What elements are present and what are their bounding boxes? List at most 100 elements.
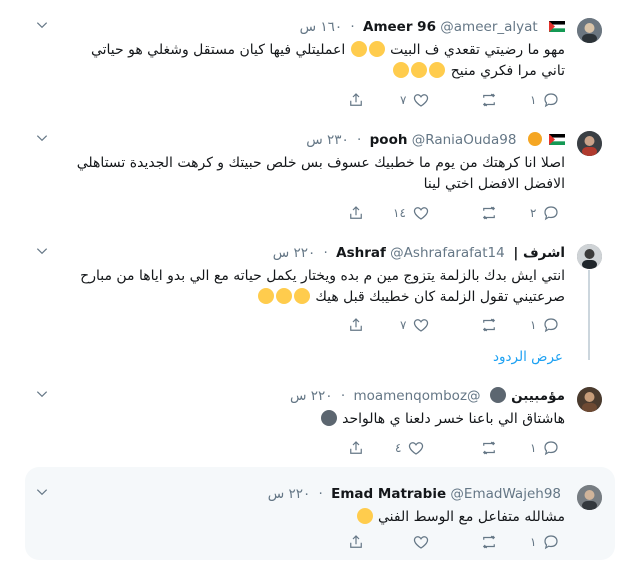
show-replies-link[interactable]: عرض الردود: [493, 349, 563, 365]
share-icon: [350, 318, 362, 331]
laughing-emoji-icon: [429, 62, 446, 78]
avatar[interactable]: [577, 244, 602, 269]
display-name[interactable]: Emad Matrabie: [331, 486, 446, 502]
laughing-emoji-icon: [393, 62, 410, 78]
chevron-down-icon[interactable]: [35, 18, 49, 32]
reply-count: ٢: [530, 206, 537, 220]
tweet-actions: ١ ٧: [25, 90, 615, 110]
reply-count: ١: [530, 535, 537, 549]
laughing-emoji-icon: [411, 62, 428, 78]
laughing-emoji-icon: [350, 41, 367, 57]
handle[interactable]: @RaniaOuda98: [412, 132, 517, 148]
heart-icon: [414, 319, 429, 332]
chevron-down-icon[interactable]: [35, 244, 49, 258]
laughing-emoji-icon: [293, 288, 310, 304]
like-count: ٤: [395, 441, 402, 455]
retweet-button[interactable]: [480, 532, 498, 552]
reply-icon: [544, 206, 559, 221]
tweet-ameer[interactable]: Ameer 96 @ameer_alyat · ١٦٠ س مهو ما رضي…: [25, 0, 615, 115]
avatar[interactable]: [577, 18, 602, 43]
retweet-button[interactable]: [480, 203, 498, 223]
separator: ·: [357, 132, 362, 148]
chevron-down-icon[interactable]: [35, 485, 49, 499]
tweet-text: انتي ايش بدك بالزلمة يتزوج مين م بده ويخ…: [80, 268, 565, 305]
tweet-actions: ١ ٧: [25, 315, 615, 335]
chevron-down-icon[interactable]: [35, 131, 49, 145]
reply-button[interactable]: ١: [530, 90, 560, 110]
like-button[interactable]: ٧: [400, 90, 430, 110]
timestamp[interactable]: ٢٢٠ س: [268, 486, 311, 502]
display-name[interactable]: Ameer 96: [363, 19, 436, 35]
neutral-face-icon: [320, 410, 337, 426]
share-icon: [350, 441, 362, 454]
tweet-header: pooh @RaniaOuda98 · ٢٣٠ س: [306, 131, 565, 149]
heart-icon: [409, 442, 424, 455]
tweet-actions: ١: [25, 532, 615, 552]
retweet-button[interactable]: [480, 90, 498, 110]
tweet-text: مهو ما رضيتي تقعدي ف البيت اعمليتلي فيها…: [90, 41, 565, 79]
tweet-header: Emad Matrabie @EmadWajeh98 · ٢٢٠ س: [268, 485, 565, 503]
tweet-moamen[interactable]: مؤمبيبن @moamenqomboz · ٢٢٠ س هاشتاق الي…: [25, 369, 615, 469]
palestine-flag-icon: [549, 134, 565, 145]
avatar[interactable]: [577, 387, 602, 412]
laughing-emoji-icon: [356, 508, 373, 524]
reply-icon: [544, 535, 559, 550]
heart-icon: [413, 536, 429, 549]
timestamp[interactable]: ٢٢٠ س: [273, 245, 316, 261]
reply-button[interactable]: ١: [530, 532, 560, 552]
handle[interactable]: @EmadWajeh98: [450, 486, 561, 502]
tweet-text: اصلا انا كرهتك من يوم ما خطبيك عسوف بس خ…: [76, 155, 565, 192]
like-count: ٧: [400, 93, 407, 107]
like-button[interactable]: ٧: [400, 315, 430, 335]
reply-icon: [544, 93, 559, 108]
retweet-icon: [482, 441, 496, 455]
like-button[interactable]: [412, 532, 430, 552]
handle[interactable]: @ameer_alyat: [440, 19, 537, 35]
share-icon: [350, 535, 362, 548]
heart-icon: [414, 94, 429, 107]
separator: ·: [318, 486, 323, 502]
share-button[interactable]: [347, 203, 365, 223]
avatar[interactable]: [577, 485, 602, 510]
honey-pot-icon: [527, 132, 542, 146]
tweet-ashraf[interactable]: اشرف | Ashraf @Ashrafarafat14 · ٢٢٠ س ان…: [25, 226, 615, 376]
reply-count: ١: [530, 441, 537, 455]
share-button[interactable]: [347, 90, 365, 110]
avatar[interactable]: [577, 131, 602, 156]
tweet-header: Ameer 96 @ameer_alyat · ١٦٠ س: [300, 18, 565, 36]
retweet-button[interactable]: [480, 438, 498, 458]
heart-icon: [413, 207, 429, 220]
neutral-face-icon: [489, 387, 506, 403]
laughing-emoji-icon: [368, 41, 385, 57]
share-button[interactable]: [347, 315, 365, 335]
display-name[interactable]: مؤمبيبن: [511, 388, 565, 404]
reply-icon: [544, 318, 559, 333]
like-count: ٧: [400, 318, 407, 332]
share-icon: [350, 206, 362, 219]
laughing-emoji-icon: [275, 288, 292, 304]
timestamp[interactable]: ٢٢٠ س: [290, 388, 333, 404]
like-button[interactable]: ١٤: [393, 203, 430, 223]
like-button[interactable]: ٤: [395, 438, 425, 458]
tweet-pooh[interactable]: pooh @RaniaOuda98 · ٢٣٠ س اصلا انا كرهتك…: [25, 113, 615, 228]
share-button[interactable]: [347, 438, 365, 458]
share-button[interactable]: [347, 532, 365, 552]
handle[interactable]: @Ashrafarafat14: [390, 245, 505, 261]
palestine-flag-icon: [549, 21, 565, 32]
chevron-down-icon[interactable]: [35, 387, 49, 401]
timestamp[interactable]: ٢٣٠ س: [306, 132, 349, 148]
reply-button[interactable]: ١: [530, 438, 560, 458]
reply-button[interactable]: ٢: [530, 203, 560, 223]
tweet-emad[interactable]: Emad Matrabie @EmadWajeh98 · ٢٢٠ س مشالل…: [25, 467, 615, 560]
tweet-actions: ١ ٤: [25, 438, 615, 458]
display-name[interactable]: pooh: [370, 132, 408, 148]
retweet-icon: [482, 93, 496, 107]
separator: ·: [350, 19, 355, 35]
timestamp[interactable]: ١٦٠ س: [300, 19, 343, 35]
handle[interactable]: @moamenqomboz: [353, 388, 480, 404]
retweet-icon: [482, 206, 496, 220]
like-count: ١٤: [393, 206, 406, 220]
reply-button[interactable]: ١: [530, 315, 560, 335]
tweet-actions: ٢ ١٤: [25, 203, 615, 223]
retweet-button[interactable]: [480, 315, 498, 335]
